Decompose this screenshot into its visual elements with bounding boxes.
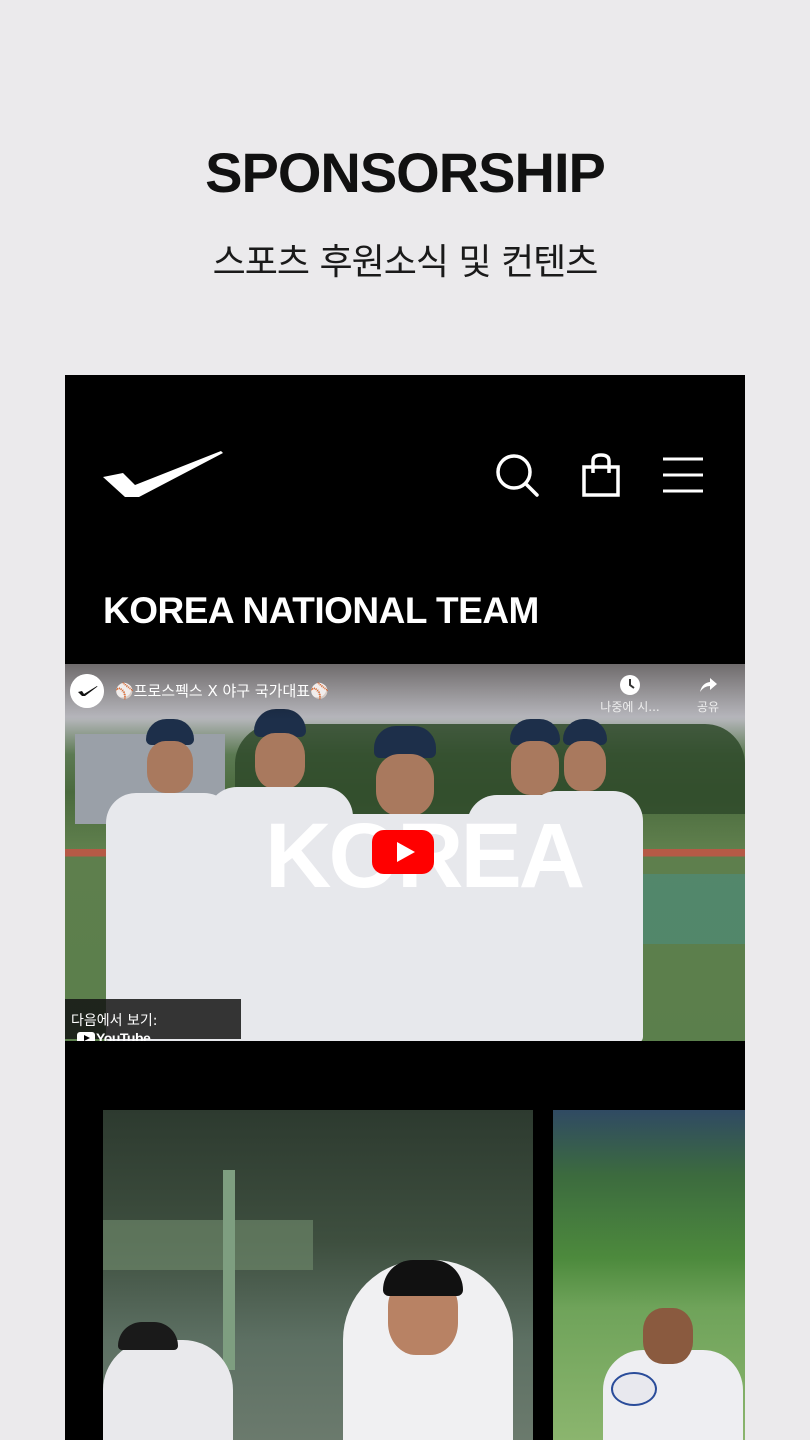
watch-later-label: 나중에 시... [600,700,660,714]
section-title: KOREA NATIONAL TEAM [103,590,539,631]
share-icon [700,678,717,692]
youtube-video-embed[interactable]: ⚾프로스펙스 X 야구 국가대표⚾ 나중에 시... 공유 KOREA 다음에서… [65,664,745,1041]
clock-icon [620,675,640,695]
shopping-bag-icon[interactable] [579,453,623,497]
page-subtitle: 스포츠 후원소식 및 컨텐츠 [212,242,599,283]
youtube-logo-icon: YouTube [77,1030,151,1041]
card-photo-player-2-cap [118,1322,178,1350]
card-photo-player-2 [103,1340,233,1440]
page-title: SPONSORSHIP [205,141,606,204]
watch-on-youtube-button[interactable]: 다음에서 보기: YouTube [65,999,241,1041]
menu-icon[interactable] [661,453,705,497]
rugby-ball-icon [611,1372,657,1406]
sponsorship-card[interactable] [553,1110,745,1440]
share-button[interactable]: 공유 [683,674,733,715]
search-icon[interactable] [495,453,539,497]
card-photo-roof [103,1220,313,1270]
watch-later-button[interactable]: 나중에 시... [595,674,665,715]
card-photo-player-cap [383,1260,463,1296]
watch-on-label: 다음에서 보기: [71,1013,158,1029]
app-header [65,375,745,570]
prospecs-logo-icon[interactable] [103,451,223,497]
card-photo-player-head [643,1308,693,1364]
play-button[interactable] [372,830,434,874]
app-screenshot: KOREA NATIONAL TEAM ⚾프로스펙스 X 야구 국가대표⚾ 나중… [65,375,745,1440]
channel-avatar-icon[interactable] [70,674,104,708]
share-label: 공유 [696,700,720,714]
sponsorship-card[interactable] [103,1110,533,1440]
card-photo-post [223,1170,235,1370]
video-title[interactable]: ⚾프로스펙스 X 야구 국가대표⚾ [115,680,329,701]
